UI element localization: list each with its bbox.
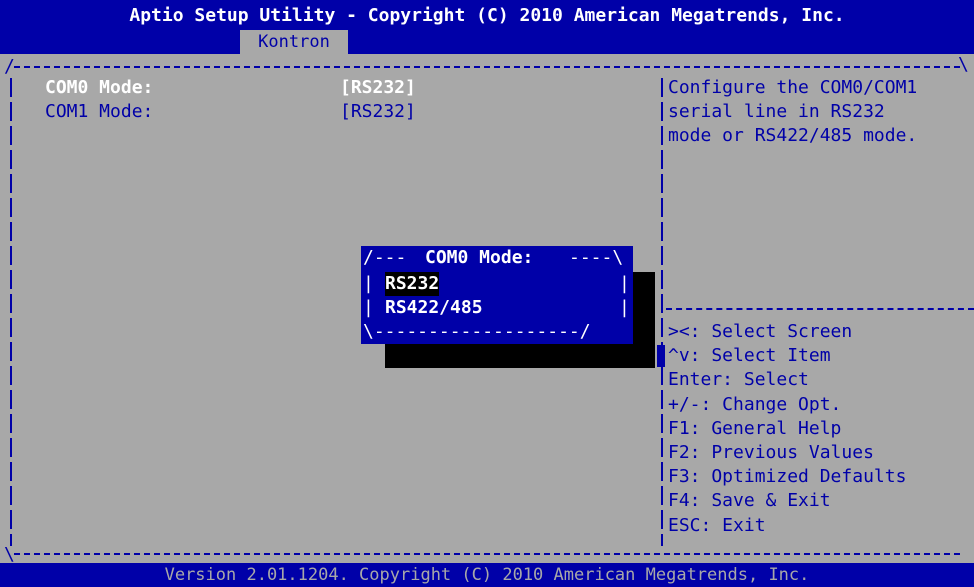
key-enter-select: Enter: Select	[668, 369, 809, 390]
frame-corner-top-right: \	[958, 54, 969, 75]
popup-border-right-2: |	[619, 297, 630, 318]
key-optimized-defaults: F3: Optimized Defaults	[668, 466, 907, 487]
frame-bottom-border	[14, 553, 960, 555]
tab-kontron[interactable]: Kontron	[240, 30, 348, 54]
popup-border-bottom: \-------------------/	[363, 321, 591, 342]
key-save-exit: F4: Save & Exit	[668, 490, 831, 511]
key-select-item: ^v: Select Item	[668, 345, 831, 366]
help-line-2: serial line in RS232	[668, 101, 885, 122]
setting-com1-value[interactable]: [RS232]	[340, 100, 416, 124]
header-bar: Aptio Setup Utility - Copyright (C) 2010…	[0, 0, 974, 54]
popup-option-rs232[interactable]: RS232	[385, 272, 440, 296]
com0-mode-popup: /--- COM0 Mode: ----\ | RS232 | | RS422/…	[361, 246, 633, 344]
key-previous-values: F2: Previous Values	[668, 442, 874, 463]
key-esc-exit: ESC: Exit	[668, 515, 766, 536]
frame-corner-bottom-left: \	[4, 544, 15, 565]
bios-setup-screen: Aptio Setup Utility - Copyright (C) 2010…	[0, 0, 974, 587]
frame-top-border	[14, 66, 960, 68]
popup-title: COM0 Mode:	[425, 247, 534, 268]
footer-version: Version 2.01.1204. Copyright (C) 2010 Am…	[0, 563, 974, 587]
popup-border-left-1: |	[363, 273, 374, 294]
setting-com0-label[interactable]: COM0 Mode:	[45, 76, 153, 100]
popup-border-top-right: ----\	[569, 247, 624, 268]
help-line-1: Configure the COM0/COM1	[668, 77, 918, 98]
help-divider	[661, 78, 663, 546]
frame-left-border	[10, 78, 12, 546]
key-select-screen: ><: Select Screen	[668, 321, 853, 342]
setting-com1-label[interactable]: COM1 Mode:	[45, 100, 153, 124]
key-change-opt: +/-: Change Opt.	[668, 394, 842, 415]
key-general-help: F1: General Help	[668, 418, 842, 439]
cursor-block	[657, 345, 665, 367]
popup-border-top-left: /---	[363, 247, 407, 268]
setting-com0-value[interactable]: [RS232]	[340, 76, 416, 100]
utility-title: Aptio Setup Utility - Copyright (C) 2010…	[129, 5, 845, 26]
help-separator	[666, 308, 974, 310]
popup-option-rs422-485[interactable]: RS422/485	[385, 296, 483, 320]
help-line-3: mode or RS422/485 mode.	[668, 125, 918, 146]
popup-border-left-2: |	[363, 297, 374, 318]
popup-border-right-1: |	[619, 273, 630, 294]
